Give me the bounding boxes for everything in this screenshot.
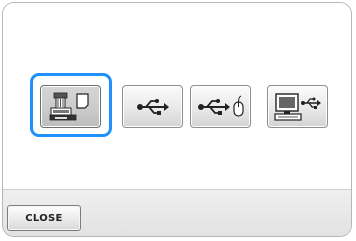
usb-button[interactable] <box>122 85 183 128</box>
close-button[interactable]: CLOSE <box>7 205 81 231</box>
usb-mouse-port-icon <box>197 95 244 117</box>
usb-mouse-button[interactable] <box>190 85 251 128</box>
usb-icon <box>136 98 169 115</box>
machine-memory-button[interactable] <box>40 85 101 128</box>
embroidery-machine-memory-icon <box>49 92 89 120</box>
source-selection-area <box>3 3 351 194</box>
memory-source-screen <box>2 2 352 237</box>
computer-usb-icon <box>273 92 321 121</box>
computer-button[interactable] <box>267 85 328 128</box>
